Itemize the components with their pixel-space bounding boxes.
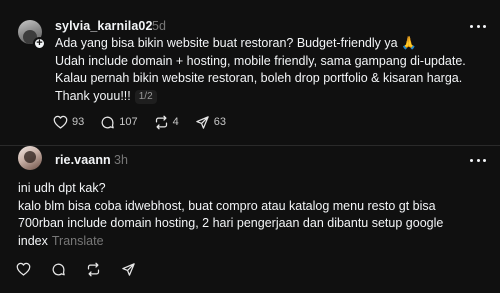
repost-button[interactable]: 4 (154, 113, 179, 131)
like-button[interactable]: 93 (53, 113, 84, 131)
username[interactable]: rie.vaann (55, 153, 111, 167)
repost-button[interactable] (86, 260, 101, 278)
more-horizontal-icon[interactable] (470, 25, 486, 29)
username[interactable]: sylvia_karnila02 (55, 19, 153, 33)
post-actions (16, 260, 156, 278)
reply-button[interactable]: 107 (100, 113, 138, 131)
post-actions: 93 107 4 63 (53, 113, 242, 131)
post-time[interactable]: 5d (152, 19, 166, 33)
share-button[interactable]: 63 (195, 113, 226, 131)
repost-count: 4 (172, 116, 179, 128)
follow-button[interactable]: + (33, 37, 46, 50)
post-text: Ada yang bisa bikin website buat restora… (55, 35, 485, 105)
comment-icon (101, 116, 114, 128)
share-button[interactable] (121, 260, 136, 278)
reply-count: 107 (119, 116, 138, 128)
like-count: 93 (72, 116, 85, 128)
share-count: 63 (213, 116, 226, 128)
heart-icon (16, 262, 31, 276)
thread-pager: 1/2 (134, 89, 157, 104)
send-icon (122, 262, 135, 276)
thread-post: + sylvia_karnila02 5d Ada yang bisa biki… (0, 0, 500, 146)
heart-icon (53, 115, 68, 129)
plus-icon: + (36, 37, 43, 49)
more-horizontal-icon[interactable] (470, 159, 486, 163)
repost-icon (155, 115, 167, 129)
like-button[interactable] (16, 260, 31, 278)
avatar[interactable] (18, 146, 42, 170)
send-icon (195, 115, 209, 129)
post-time[interactable]: 3h (114, 153, 128, 167)
translate-link[interactable]: Translate (52, 234, 104, 248)
repost-icon (87, 262, 100, 276)
reply-button[interactable] (51, 260, 66, 278)
post-text-content: Ada yang bisa bikin website buat restora… (55, 36, 466, 103)
comment-icon (52, 263, 65, 275)
post-text: ini udh dpt kak? kalo blm bisa coba idwe… (18, 180, 488, 250)
